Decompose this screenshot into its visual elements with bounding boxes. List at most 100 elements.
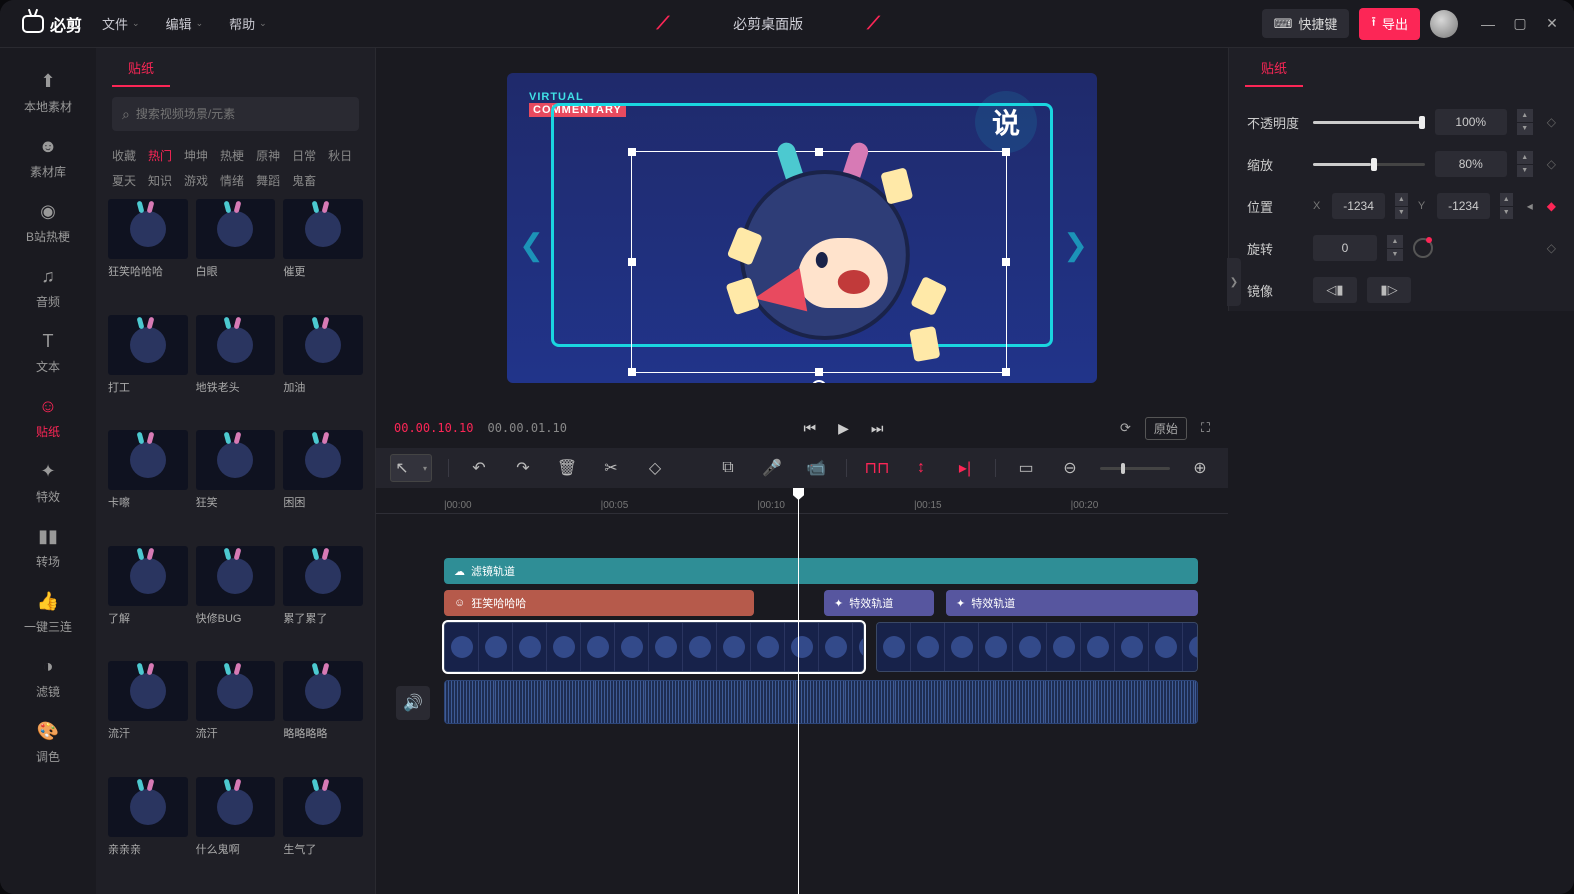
stepper-down[interactable]: ▼ <box>1517 123 1533 136</box>
rail-item[interactable]: ✦特效 <box>0 450 96 515</box>
resize-handle[interactable] <box>815 148 823 156</box>
sticker-item[interactable]: 地铁老头 <box>196 315 276 421</box>
tag[interactable]: 情绪 <box>220 172 244 189</box>
search-input[interactable] <box>136 107 349 121</box>
effect-clip[interactable]: ✦ 特效轨道 <box>946 590 1198 616</box>
tag[interactable]: 坤坤 <box>184 147 208 164</box>
export-button[interactable]: ⭱导出 <box>1359 8 1420 40</box>
resize-handle[interactable] <box>815 368 823 376</box>
undo-button[interactable]: ↶ <box>465 454 493 482</box>
search-input-wrap[interactable]: ⌕ <box>112 97 359 131</box>
keyframe-icon[interactable]: ◇ <box>1547 157 1556 171</box>
tag[interactable]: 夏天 <box>112 172 136 189</box>
scale-slider[interactable] <box>1313 163 1425 166</box>
magnet-button[interactable]: ⊓⊓ <box>863 454 891 482</box>
tag[interactable]: 秋日 <box>328 147 352 164</box>
sticker-item[interactable]: 什么鬼啊 <box>196 777 276 883</box>
sticker-item[interactable]: 狂笑 <box>196 430 276 536</box>
menu-help[interactable]: 帮助⌄ <box>221 10 275 37</box>
opacity-value[interactable]: 100% <box>1435 109 1507 135</box>
video-clip-selected[interactable] <box>444 622 864 672</box>
timeline[interactable]: |00:00|00:05|00:10|00:15|00:20|00:25|00:… <box>376 488 1228 894</box>
sticker-item[interactable]: 累了累了 <box>283 546 363 652</box>
rail-item[interactable]: ☻素材库 <box>0 125 96 190</box>
rail-item[interactable]: ⬆本地素材 <box>0 60 96 125</box>
sticker-item[interactable]: 快修BUG <box>196 546 276 652</box>
tag[interactable]: 鬼畜 <box>292 172 316 189</box>
tag[interactable]: 舞蹈 <box>256 172 280 189</box>
resize-handle[interactable] <box>628 148 636 156</box>
stepper-down[interactable]: ▼ <box>1387 249 1403 262</box>
window-close[interactable]: ✕ <box>1540 12 1564 36</box>
rotation-wheel[interactable] <box>1413 238 1433 258</box>
tag[interactable]: 热门 <box>148 147 172 164</box>
tag[interactable]: 日常 <box>292 147 316 164</box>
stepper-up[interactable]: ▲ <box>1395 193 1408 206</box>
cursor-tool-button[interactable]: ↖ <box>390 454 432 482</box>
link-button[interactable]: ↕ <box>907 454 935 482</box>
loop-icon[interactable]: ⟳ <box>1120 420 1131 436</box>
opacity-slider[interactable] <box>1313 121 1425 124</box>
prev-keyframe-icon[interactable]: ◂ <box>1527 199 1533 213</box>
sticker-item[interactable]: 亲亲亲 <box>108 777 188 883</box>
audio-track-toggle[interactable]: 🔊 <box>396 686 430 720</box>
stepper-down[interactable]: ▼ <box>1395 207 1408 220</box>
zoom-slider[interactable] <box>1100 467 1170 470</box>
effect-clip[interactable]: ✦ 特效轨道 <box>824 590 934 616</box>
sticker-clip[interactable]: ☺ 狂笑哈哈哈 <box>444 590 754 616</box>
sticker-item[interactable]: 催更 <box>283 199 363 305</box>
playhead[interactable] <box>798 488 799 894</box>
scale-value[interactable]: 80% <box>1435 151 1507 177</box>
preview-toggle-button[interactable]: ▭ <box>1012 454 1040 482</box>
preview-canvas[interactable]: VIRTUAL COMMENTARY 说 ❮ ❯ <box>507 73 1097 383</box>
shortcut-button[interactable]: ⌨快捷键 <box>1262 9 1350 38</box>
resize-handle[interactable] <box>1002 258 1010 266</box>
resize-handle[interactable] <box>1002 148 1010 156</box>
sticker-item[interactable]: 略略略略 <box>283 661 363 767</box>
prev-frame-button[interactable]: ⏮ <box>803 420 816 437</box>
audio-clip[interactable] <box>444 680 1198 724</box>
play-button[interactable]: ▶ <box>838 420 849 437</box>
rail-item[interactable]: 🎨调色 <box>0 710 96 775</box>
sticker-item[interactable]: 白眼 <box>196 199 276 305</box>
sticker-item[interactable]: 流汗 <box>108 661 188 767</box>
stepper-up[interactable]: ▲ <box>1500 193 1513 206</box>
sticker-item[interactable]: 打工 <box>108 315 188 421</box>
position-x-value[interactable]: -1234 <box>1332 193 1384 219</box>
mirror-horizontal-button[interactable]: ◁▮ <box>1313 277 1357 303</box>
rail-item[interactable]: T文本 <box>0 320 96 385</box>
filter-track-clip[interactable]: ☁ 滤镜轨道 <box>444 558 1198 584</box>
record-voice-button[interactable]: 🎤 <box>758 454 786 482</box>
rail-item[interactable]: ♫音频 <box>0 255 96 320</box>
menu-edit[interactable]: 编辑⌄ <box>158 10 212 37</box>
crop-button[interactable]: ◇ <box>641 454 669 482</box>
rail-item[interactable]: ▮▮转场 <box>0 515 96 580</box>
stepper-up[interactable]: ▲ <box>1387 235 1403 248</box>
zoom-out-button[interactable]: ⊖ <box>1056 454 1084 482</box>
mirror-vertical-button[interactable]: ▮▷ <box>1367 277 1411 303</box>
sticker-item[interactable]: 了解 <box>108 546 188 652</box>
resize-handle[interactable] <box>1002 368 1010 376</box>
position-y-value[interactable]: -1234 <box>1437 193 1489 219</box>
rail-item[interactable]: ◑滤镜 <box>0 645 96 710</box>
resize-handle[interactable] <box>628 368 636 376</box>
tag[interactable]: 原神 <box>256 147 280 164</box>
stepper-up[interactable]: ▲ <box>1517 109 1533 122</box>
stepper-down[interactable]: ▼ <box>1500 207 1513 220</box>
sticker-item[interactable]: 加油 <box>283 315 363 421</box>
sticker-item[interactable]: 狂笑哈哈哈 <box>108 199 188 305</box>
window-maximize[interactable]: ▢ <box>1508 12 1532 36</box>
rotate-handle[interactable] <box>811 380 827 383</box>
rail-item[interactable]: ◉B站热梗 <box>0 190 96 255</box>
tag[interactable]: 热梗 <box>220 147 244 164</box>
sticker-item[interactable]: 困困 <box>283 430 363 536</box>
split-button[interactable]: ✂ <box>597 454 625 482</box>
sticker-item[interactable]: 生气了 <box>283 777 363 883</box>
selection-box[interactable] <box>631 151 1007 373</box>
capture-button[interactable]: ⧉ <box>714 454 742 482</box>
sticker-item[interactable]: 流汗 <box>196 661 276 767</box>
sticker-item[interactable]: 卡嚓 <box>108 430 188 536</box>
next-frame-button[interactable]: ⏭ <box>871 420 884 437</box>
snap-button[interactable]: ▸| <box>951 454 979 482</box>
user-avatar[interactable] <box>1430 10 1458 38</box>
